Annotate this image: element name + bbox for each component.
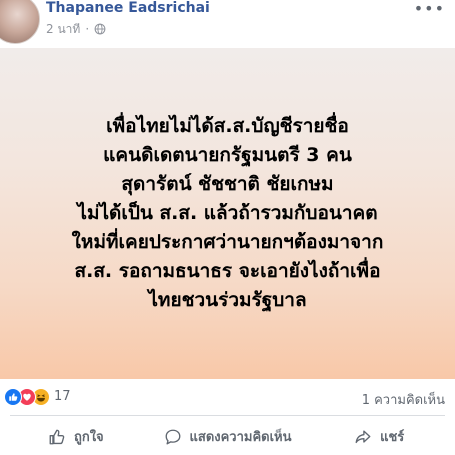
post-text: เพื่อไทยไม่ได้ส.ส.บัญชีรายชื่อ แคนดิเดตน… (71, 115, 384, 311)
post-meta: 2 นาที · (46, 21, 106, 37)
thumbs-up-icon (49, 429, 65, 444)
actions-bar: ถูกใจ แสดงความคิดเห็น แชร์ (0, 418, 455, 455)
comment-count[interactable]: 1 ความคิดเห็น (362, 389, 445, 410)
reaction-count[interactable]: 17 (54, 389, 71, 404)
like-label: ถูกใจ (73, 430, 104, 445)
share-icon (355, 429, 371, 443)
comment-icon (165, 429, 180, 444)
globe-icon (94, 23, 106, 35)
divider (10, 415, 445, 416)
avatar[interactable] (0, 0, 40, 44)
like-button[interactable]: ถูกใจ (0, 421, 152, 453)
post-background-card: เพื่อไทยไม่ได้ส.ส.บัญชีรายชื่อ แคนดิเดตน… (0, 48, 455, 379)
more-horizontal-icon[interactable]: ••• (414, 1, 445, 17)
reaction-icons[interactable] (4, 388, 50, 406)
like-reaction-icon (4, 388, 22, 406)
comment-label: แสดงความคิดเห็น (189, 430, 292, 445)
post-header: Thapanee Eadsrichai 2 นาที · ••• (0, 0, 455, 48)
author-name[interactable]: Thapanee Eadsrichai (46, 0, 210, 16)
comment-button[interactable]: แสดงความคิดเห็น (152, 421, 304, 453)
share-label: แชร์ (380, 430, 405, 445)
reactions-bar: 17 1 ความคิดเห็น (0, 386, 455, 410)
meta-separator: · (85, 22, 90, 36)
post-timestamp[interactable]: 2 นาที (46, 20, 80, 39)
share-button[interactable]: แชร์ (303, 421, 455, 453)
